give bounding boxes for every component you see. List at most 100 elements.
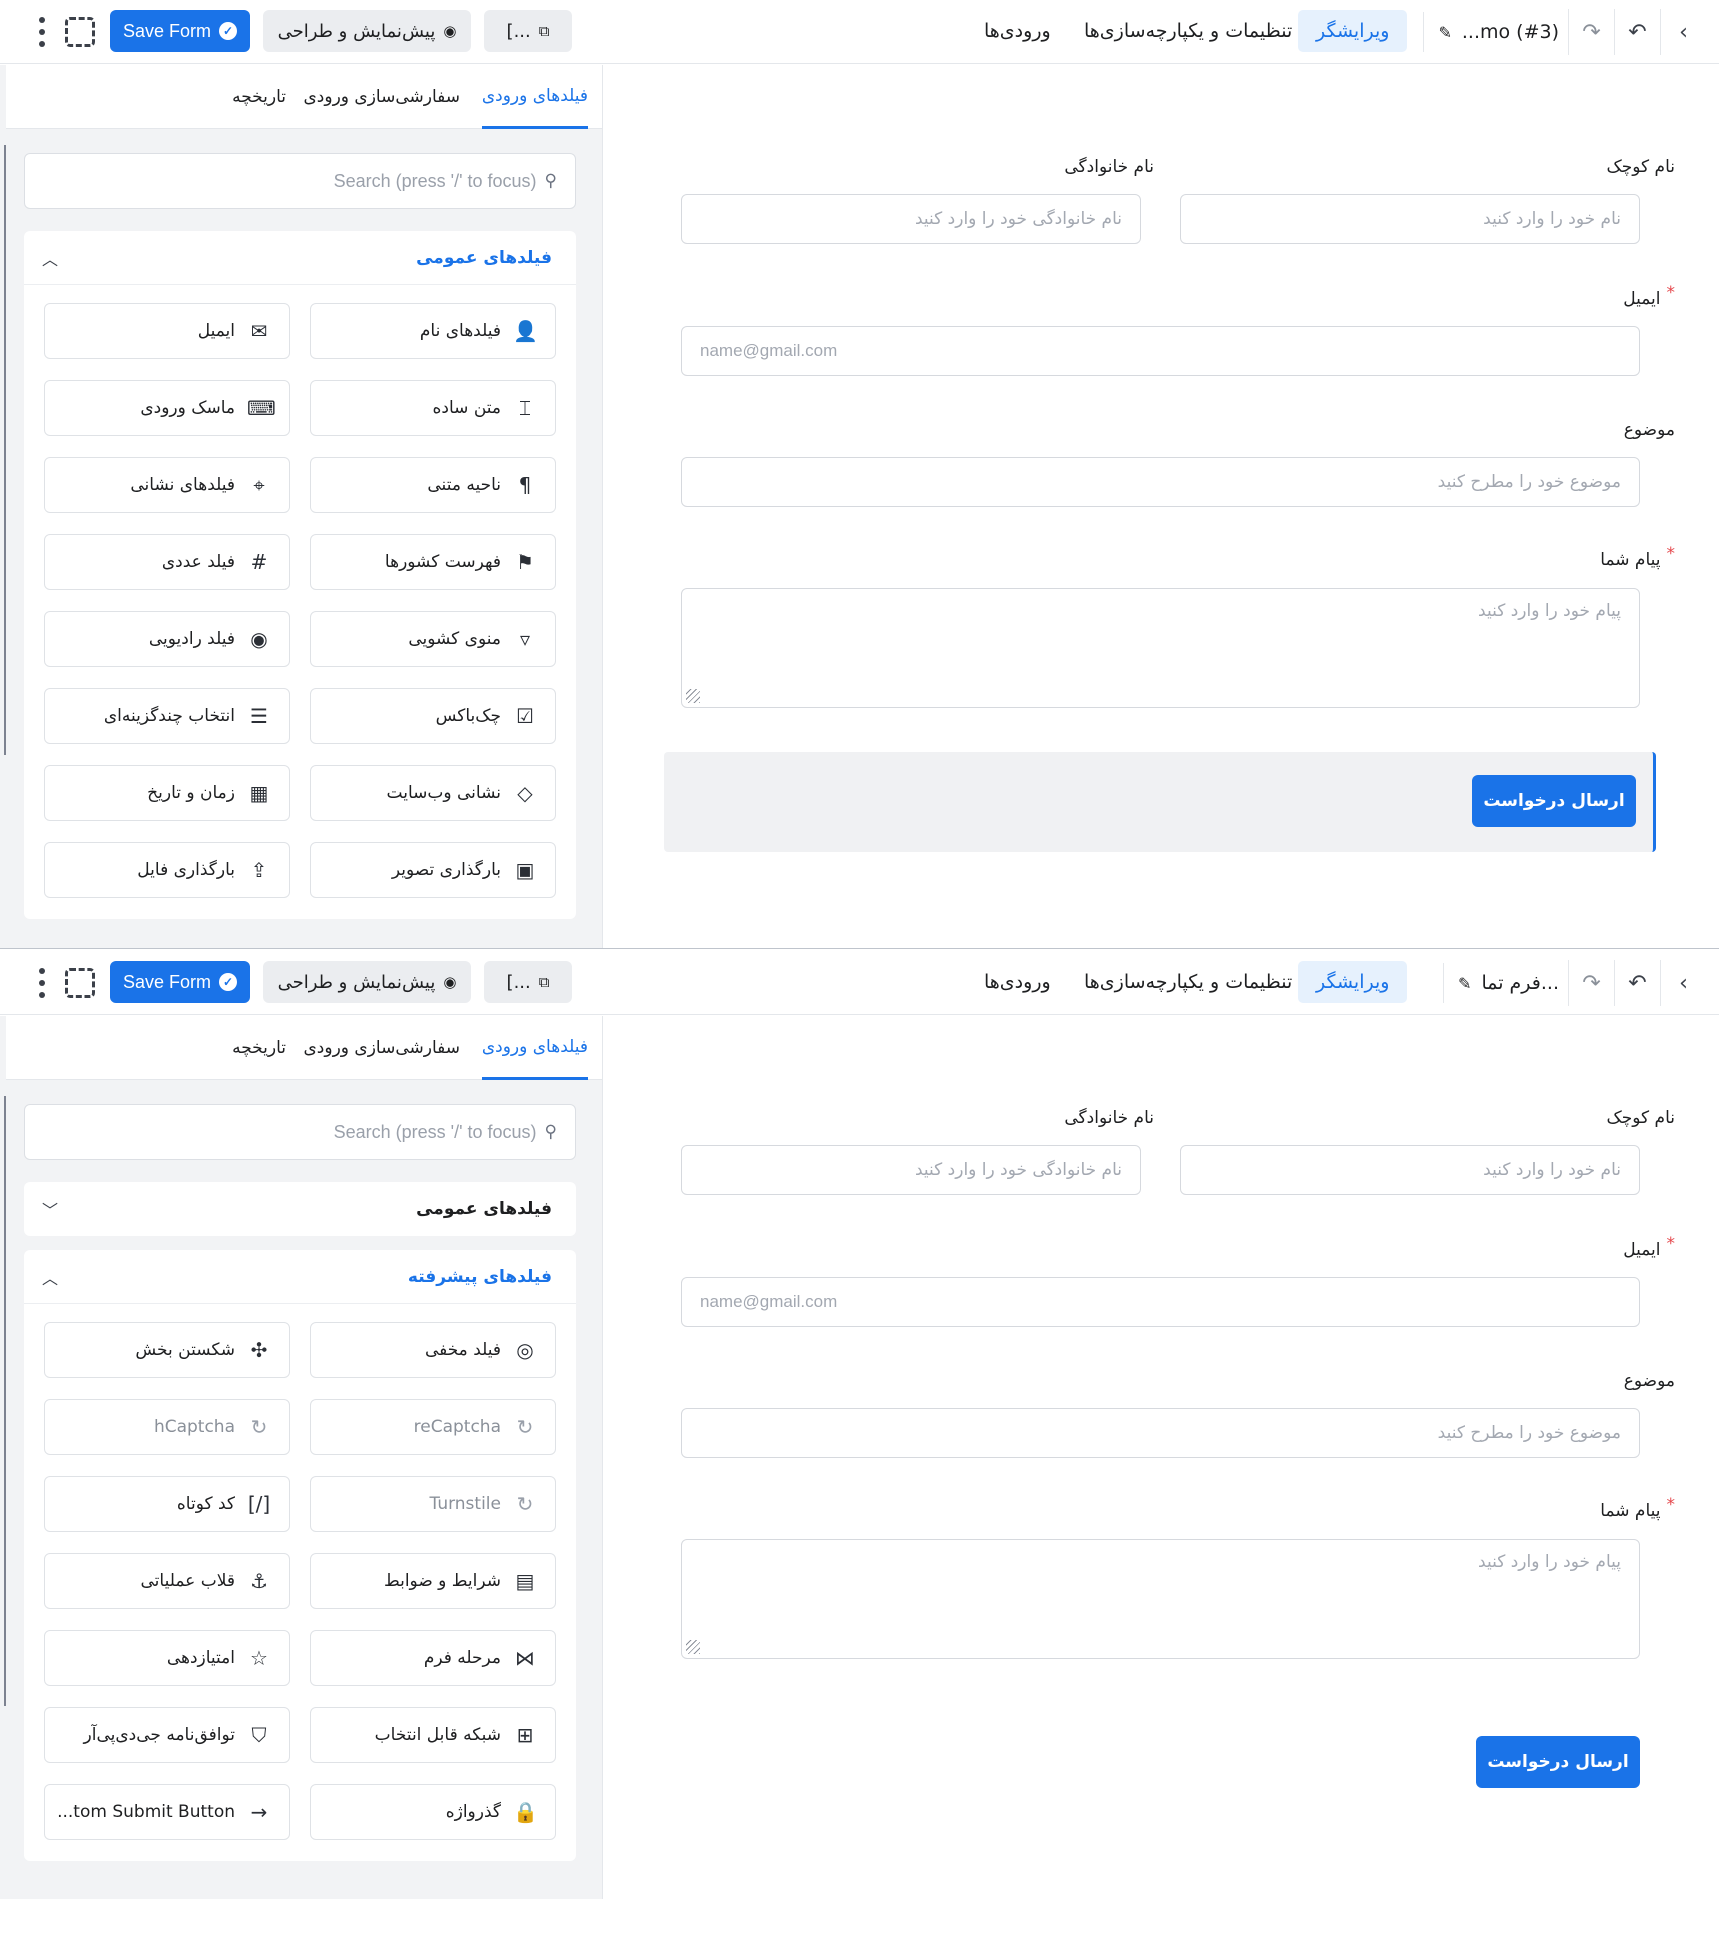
field-item-paragraph[interactable]: ناحیه متنی ¶ [310,457,556,513]
first-name-input[interactable]: نام خود را وارد کنید [1180,1145,1640,1195]
back-button[interactable]: ‹ [1660,9,1706,55]
first-name-input[interactable]: نام خود را وارد کنید [1180,194,1640,244]
more-options-button[interactable] [35,965,49,1001]
message-label-text: پیام شما [1600,550,1661,570]
field-group-header[interactable]: فیلدهای پیشرفته ︿ [24,1250,576,1304]
field-item-calendar[interactable]: زمان و تاریخ ▦ [44,765,290,821]
preview-design-button[interactable]: پیش‌نمایش و طراحی ◉ [263,961,471,1003]
field-item-eye-off[interactable]: فیلد مخفی ◎ [310,1322,556,1378]
shortcode-button[interactable]: [... ⧉ [484,961,572,1003]
email-input[interactable]: name@gmail.com [681,1277,1640,1327]
chevron-down-icon: ﹀ [42,1201,59,1220]
form-canvas: نام کوچک نام خود را وارد کنید نام خانواد… [604,1016,1719,1899]
field-item-map-pin[interactable]: فیلدهای نشانی ⌖ [44,457,290,513]
field-item-user[interactable]: فیلدهای نام 👤 [310,303,556,359]
tab-history[interactable]: تاریخچه [232,1016,286,1080]
resize-handle[interactable] [686,689,700,703]
undo-button[interactable]: ↶ [1614,960,1660,1006]
last-name-input[interactable]: نام خانوادگی خود را وارد کنید [681,194,1141,244]
field-search-input[interactable]: Search (press '/' to focus) ⚲ [24,153,576,209]
field-item-recaptcha[interactable]: reCaptcha ↻ [310,1399,556,1455]
tab-input-fields[interactable]: فیلدهای ورودی [481,1016,588,1080]
more-options-button[interactable] [35,14,49,50]
save-form-button[interactable]: Save Form ✓ [110,961,250,1003]
required-mark: * [1666,544,1676,564]
field-item-checkbox[interactable]: چک‌باکس ☑ [310,688,556,744]
field-item-shortcode[interactable]: کد کوتاه [/] [44,1476,290,1532]
tab-input-customization[interactable]: سفارشی‌سازی ورودی [304,1016,461,1080]
field-search-input[interactable]: Search (press '/' to focus) ⚲ [24,1104,576,1160]
field-item-label: بارگذاری فایل [137,860,235,880]
submit-button[interactable]: ارسال درخواست [1476,1736,1640,1788]
last-name-label: نام خانوادگی [1064,1108,1154,1128]
tab-editor[interactable]: ویرایشگر [1298,961,1408,1003]
undo-button[interactable]: ↶ [1614,9,1660,55]
tab-history[interactable]: تاریخچه [232,65,286,129]
field-group-header[interactable]: فیلدهای عمومی ﹀ [24,1182,576,1236]
step-icon: ⋈ [515,1646,535,1670]
field-item-step[interactable]: مرحله فرم ⋈ [310,1630,556,1686]
field-item-arrow-right[interactable]: ...tom Submit Button → [44,1784,290,1840]
field-item-star[interactable]: امتیازدهی ☆ [44,1630,290,1686]
tab-editor[interactable]: ویرایشگر [1298,10,1408,52]
hook-icon: ⚓ [250,1569,268,1593]
field-item-label: توافق‌نامه جی‌دی‌پی‌آر [83,1725,235,1745]
tab-entries[interactable]: ورودی‌ها [966,961,1069,1003]
sidebar-scroll-indicator[interactable] [4,1096,6,1706]
field-item-shield[interactable]: توافق‌نامه جی‌دی‌پی‌آر ⛉ [44,1707,290,1763]
subject-input[interactable]: موضوع خود را مطرح کنید [681,1408,1640,1458]
submit-button[interactable]: ارسال درخواست [1472,775,1636,827]
field-item-link[interactable]: نشانی وب‌سایت ◇ [310,765,556,821]
resize-handle[interactable] [686,1640,700,1654]
list-icon: ☰ [250,704,268,728]
tab-input-fields[interactable]: فیلدهای ورودی [481,65,588,129]
field-item-dropdown[interactable]: منوی کشویی ▿ [310,611,556,667]
field-item-hcaptcha[interactable]: hCaptcha ↻ [44,1399,290,1455]
field-item-envelope[interactable]: ایمیل ✉ [44,303,290,359]
field-item-hash[interactable]: فیلد عددی # [44,534,290,590]
last-name-input[interactable]: نام خانوادگی خود را وارد کنید [681,1145,1141,1195]
shortcode-button[interactable]: [... ⧉ [484,10,572,52]
field-group-header[interactable]: فیلدهای عمومی ︿ [24,231,576,285]
tab-settings-integrations[interactable]: تنظیمات و یکپارچه‌سازی‌ها [1066,10,1310,52]
arrow-right-icon: → [250,1800,268,1824]
form-title[interactable]: ✎ ...mo (#3) [1423,12,1559,52]
message-label: پیام شما * [1600,1495,1675,1521]
redo-icon: ↷ [1582,19,1601,45]
field-item-upload[interactable]: بارگذاری فایل ⇪ [44,842,290,898]
field-item-document[interactable]: شرایط و ضوابط ▤ [310,1553,556,1609]
fullscreen-button[interactable] [65,17,95,47]
email-input[interactable]: name@gmail.com [681,326,1640,376]
fullscreen-button[interactable] [65,968,95,998]
sidebar-scroll-indicator[interactable] [4,145,6,755]
field-item-list[interactable]: انتخاب چندگزینه‌ای ☰ [44,688,290,744]
message-textarea[interactable]: پیام خود را وارد کنید [681,1539,1640,1659]
field-item-grid[interactable]: شبکه قابل انتخاب ⊞ [310,1707,556,1763]
tab-settings-integrations[interactable]: تنظیمات و یکپارچه‌سازی‌ها [1066,961,1310,1003]
field-item-hook[interactable]: قلاب عملیاتی ⚓ [44,1553,290,1609]
chevron-up-icon: ︿ [42,1269,59,1288]
editor-screenshot-1: ‹ ↶ ↷ ✎ ...mo (#3) ویرایشگر تنظیمات و یک… [0,0,1719,948]
redo-button[interactable]: ↷ [1568,9,1614,55]
field-item-flag[interactable]: فهرست کشورها ⚑ [310,534,556,590]
field-item-puzzle[interactable]: شکستن بخش ✣ [44,1322,290,1378]
form-title[interactable]: ✎ فرم تما... [1443,963,1559,1003]
preview-design-button[interactable]: پیش‌نمایش و طراحی ◉ [263,10,471,52]
field-sidebar: فیلدهای ورودی سفارشی‌سازی ورودی تاریخچه … [0,65,603,948]
field-item-text-cursor[interactable]: متن ساده ⌶ [310,380,556,436]
field-item-radio[interactable]: فیلد رادیویی ◉ [44,611,290,667]
top-toolbar: ‹ ↶ ↷ ✎ ...mo (#3) ویرایشگر تنظیمات و یک… [0,0,1719,64]
message-textarea[interactable]: پیام خود را وارد کنید [681,588,1640,708]
first-name-label: نام کوچک [1606,157,1675,177]
back-button[interactable]: ‹ [1660,960,1706,1006]
field-item-keyboard[interactable]: ماسک ورودی ⌨ [44,380,290,436]
tab-entries[interactable]: ورودی‌ها [966,10,1069,52]
field-item-image-upload[interactable]: بارگذاری تصویر ▣ [310,842,556,898]
redo-button[interactable]: ↷ [1568,960,1614,1006]
save-form-button[interactable]: Save Form ✓ [110,10,250,52]
tab-input-customization[interactable]: سفارشی‌سازی ورودی [304,65,461,129]
field-item-turnstile[interactable]: Turnstile ↻ [310,1476,556,1532]
subject-input[interactable]: موضوع خود را مطرح کنید [681,457,1640,507]
field-item-lock[interactable]: گذرواژه 🔒 [310,1784,556,1840]
search-placeholder: Search (press '/' to focus) [333,1121,537,1142]
